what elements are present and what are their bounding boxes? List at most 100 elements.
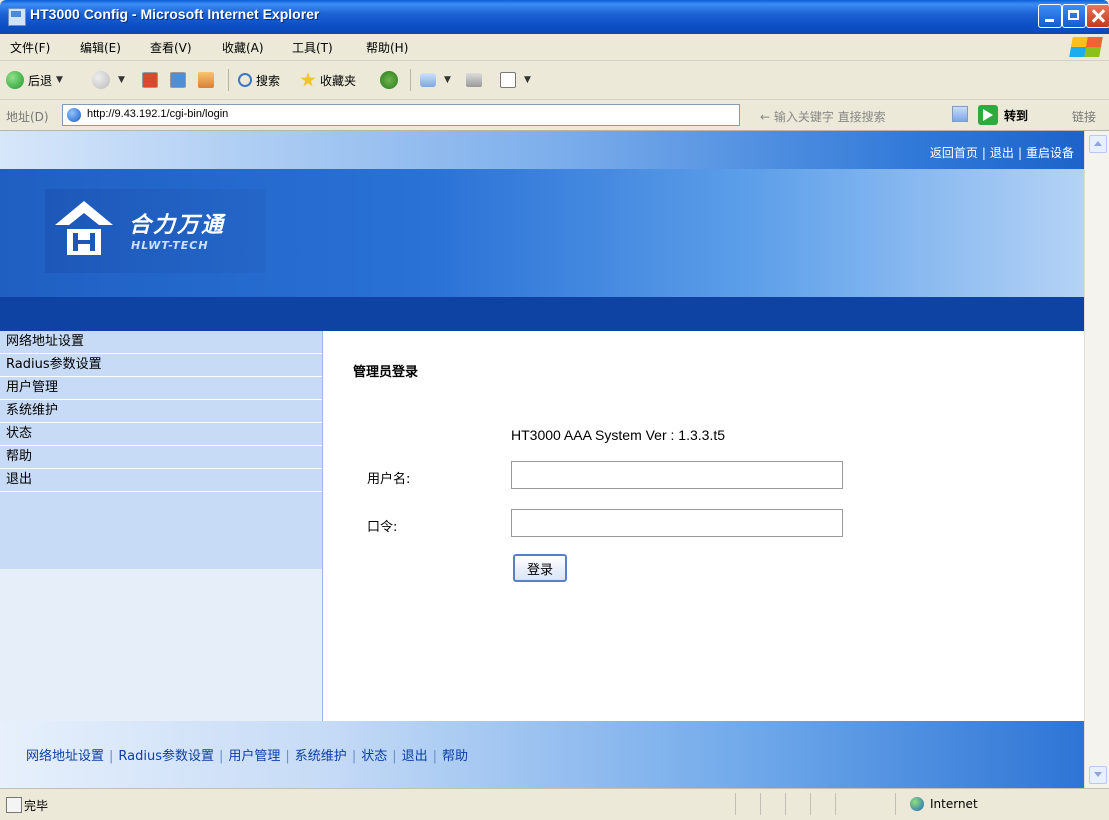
top-link-reboot[interactable]: 重启设备 (1026, 146, 1074, 160)
sidebar-item-help[interactable]: 帮助 (0, 446, 322, 469)
sidebar-item-radius[interactable]: Radius参数设置 (0, 354, 322, 377)
status-divider (735, 793, 736, 815)
logo: 合力万通 HLWT-TECH (45, 189, 265, 273)
footer-links: 网络地址设置 | Radius参数设置 | 用户管理 | 系统维护 | 状态 | 退出 | 帮助 (26, 749, 469, 764)
media-button[interactable] (380, 69, 402, 91)
scroll-down-icon[interactable] (1089, 766, 1107, 784)
browser-window: HT3000 Config - Microsoft Internet Explo… (0, 0, 1109, 820)
web-page: 返回首页 | 退出 | 重启设备 合力万通 HLWT-TECH 网络地址设置 Radi (0, 131, 1084, 788)
star-icon (300, 72, 316, 87)
keyword-search-field[interactable]: ← 输入关键字 直接搜索 (760, 108, 886, 125)
status-text: 完毕 (24, 799, 49, 813)
login-button[interactable]: 登录 (513, 554, 567, 582)
stop-icon (142, 72, 158, 88)
footer-link-logout[interactable]: 退出 (402, 749, 428, 764)
page-status-icon (6, 797, 22, 813)
go-arrow-icon[interactable] (978, 105, 998, 125)
forward-button[interactable]: ▼ (92, 69, 125, 91)
username-label: 用户名: (367, 472, 411, 487)
chevron-down-icon: ▼ (118, 75, 125, 85)
page-title: 管理员登录 (353, 365, 419, 380)
mail-icon (420, 73, 436, 87)
menu-tools[interactable]: 工具(T) (292, 39, 333, 56)
menu-file[interactable]: 文件(F) (10, 39, 50, 56)
hlwt-logo-icon (55, 201, 113, 255)
status-divider (760, 793, 761, 815)
home-icon (198, 72, 214, 88)
links-button[interactable]: 链接 (1072, 108, 1096, 125)
favorites-label: 收藏夹 (320, 73, 357, 88)
window-title: HT3000 Config - Microsoft Internet Explo… (30, 6, 320, 22)
version-text: HT3000 AAA System Ver : 1.3.3.t5 (511, 427, 726, 443)
footer-link-radius[interactable]: Radius参数设置 (118, 749, 214, 764)
zone-label: Internet (930, 797, 978, 811)
search-label: 搜索 (256, 73, 281, 88)
password-input[interactable] (511, 509, 843, 537)
footer-link-status[interactable]: 状态 (361, 749, 387, 764)
menu-edit[interactable]: 编辑(E) (80, 39, 121, 56)
sidebar-item-logout[interactable]: 退出 (0, 469, 322, 492)
home-button[interactable] (198, 69, 218, 91)
status-divider (895, 793, 896, 815)
refresh-button[interactable] (170, 69, 190, 91)
logo-english-name: HLWT-TECH (131, 239, 209, 252)
back-button[interactable]: 后退 ▼ (6, 69, 63, 91)
windows-logo-icon (1069, 37, 1103, 57)
address-dropdown-icon[interactable] (952, 106, 968, 122)
footer-link-maintenance[interactable]: 系统维护 (295, 749, 347, 764)
forward-icon (92, 71, 110, 89)
sidebar-item-users[interactable]: 用户管理 (0, 377, 322, 400)
login-panel: 管理员登录 HT3000 AAA System Ver : 1.3.3.t5 用… (323, 331, 1084, 721)
print-button[interactable] (466, 69, 486, 91)
status-bar: 完毕 Internet (0, 788, 1109, 820)
sidebar-item-maintenance[interactable]: 系统维护 (0, 400, 322, 423)
footer-link-help[interactable]: 帮助 (442, 749, 468, 764)
sidebar: 网络地址设置 Radius参数设置 用户管理 系统维护 状态 帮助 退出 (0, 331, 323, 721)
search-icon (238, 73, 252, 87)
sidebar-item-status[interactable]: 状态 (0, 423, 322, 446)
vertical-scrollbar[interactable] (1084, 131, 1109, 788)
header-banner: 合力万通 HLWT-TECH (0, 169, 1084, 297)
menu-view[interactable]: 查看(V) (150, 39, 192, 56)
minimize-button[interactable] (1038, 4, 1062, 28)
address-input[interactable]: http://9.43.192.1/cgi-bin/login (62, 104, 740, 126)
go-button[interactable]: 转到 (1004, 107, 1028, 124)
status-divider (785, 793, 786, 815)
ie-page-icon (67, 108, 81, 122)
back-label: 后退 (28, 73, 53, 88)
nav-bar (0, 297, 1084, 331)
favorites-button[interactable]: 收藏夹 (300, 69, 356, 91)
toolbar-divider (410, 69, 411, 91)
close-button[interactable] (1086, 4, 1109, 28)
scroll-up-icon[interactable] (1089, 135, 1107, 153)
status-divider (835, 793, 836, 815)
address-label: 地址(D) (6, 110, 49, 124)
menu-favorites[interactable]: 收藏(A) (222, 39, 264, 56)
media-icon (380, 71, 398, 89)
chevron-down-icon: ▼ (524, 75, 531, 85)
username-input[interactable] (511, 461, 843, 489)
edit-button[interactable]: ▼ (500, 69, 531, 91)
footer: 网络地址设置 | Radius参数设置 | 用户管理 | 系统维护 | 状态 | 退出 | 帮助 (0, 721, 1084, 788)
footer-link-users[interactable]: 用户管理 (228, 749, 280, 764)
address-bar: 地址(D) http://9.43.192.1/cgi-bin/login ← … (0, 100, 1109, 131)
status-divider (810, 793, 811, 815)
top-link-home[interactable]: 返回首页 (930, 146, 978, 160)
maximize-button[interactable] (1062, 4, 1086, 28)
print-icon (466, 73, 482, 87)
stop-button[interactable] (142, 69, 162, 91)
menu-help[interactable]: 帮助(H) (366, 39, 408, 56)
password-label: 口令: (367, 520, 398, 535)
refresh-icon (170, 72, 186, 88)
sidebar-list: 网络地址设置 Radius参数设置 用户管理 系统维护 状态 帮助 退出 (0, 331, 322, 569)
mail-button[interactable]: ▼ (420, 69, 451, 91)
top-links: 返回首页 | 退出 | 重启设备 (929, 146, 1074, 160)
security-zone: Internet (910, 797, 978, 811)
top-strip: 返回首页 | 退出 | 重启设备 (0, 131, 1084, 169)
top-link-logout[interactable]: 退出 (990, 146, 1014, 160)
chevron-down-icon: ▼ (56, 75, 63, 85)
search-button[interactable]: 搜索 (238, 69, 280, 91)
sidebar-item-network[interactable]: 网络地址设置 (0, 331, 322, 354)
footer-link-network[interactable]: 网络地址设置 (26, 749, 104, 764)
address-url: http://9.43.192.1/cgi-bin/login (87, 108, 229, 120)
